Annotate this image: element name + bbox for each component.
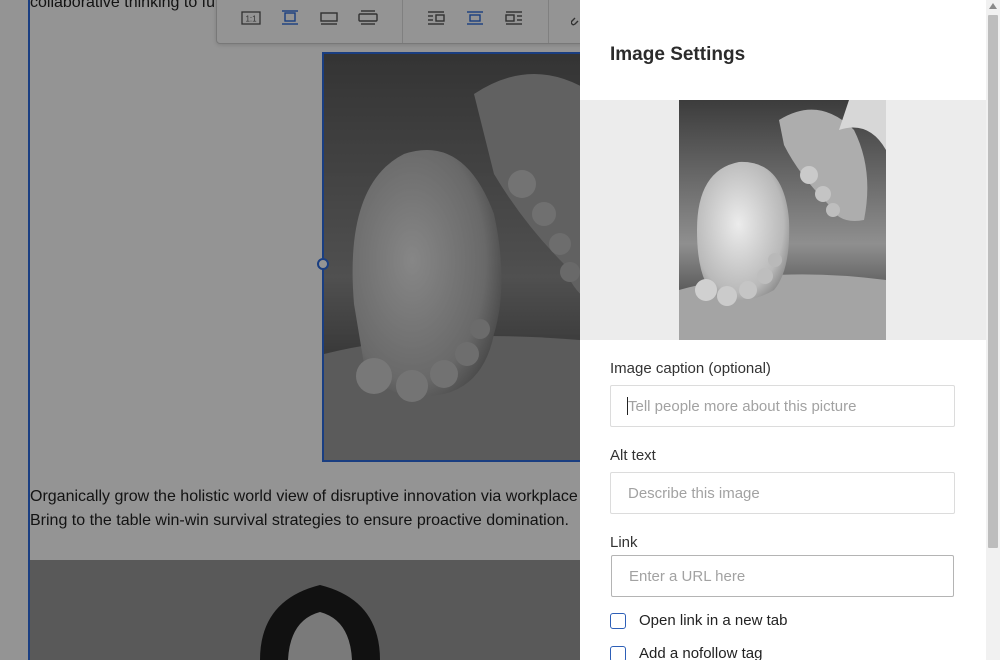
open-new-tab-label: Open link in a new tab [639,612,788,629]
alt-text-input[interactable] [610,472,955,514]
caption-label: Image caption (optional) [610,360,771,377]
image-preview [679,100,886,340]
nofollow-option[interactable]: Add a nofollow tag [610,645,762,660]
link-input[interactable] [611,555,954,597]
scroll-up-arrow-icon[interactable] [989,3,997,9]
image-preview-area [580,100,986,340]
image-settings-panel: Image Settings Image caption (optional) … [580,0,986,660]
panel-title: Image Settings [610,44,746,65]
open-new-tab-option[interactable]: Open link in a new tab [610,612,787,629]
link-label: Link [610,534,638,551]
alt-text-label: Alt text [610,447,656,464]
nofollow-checkbox[interactable] [610,645,626,660]
panel-scrollbar[interactable] [986,0,1000,660]
nofollow-label: Add a nofollow tag [639,645,763,660]
modal-overlay[interactable] [0,0,580,660]
open-new-tab-checkbox[interactable] [610,612,626,629]
caption-input[interactable] [610,385,955,427]
scrollbar-thumb[interactable] [988,15,998,548]
text-caret [627,397,628,415]
